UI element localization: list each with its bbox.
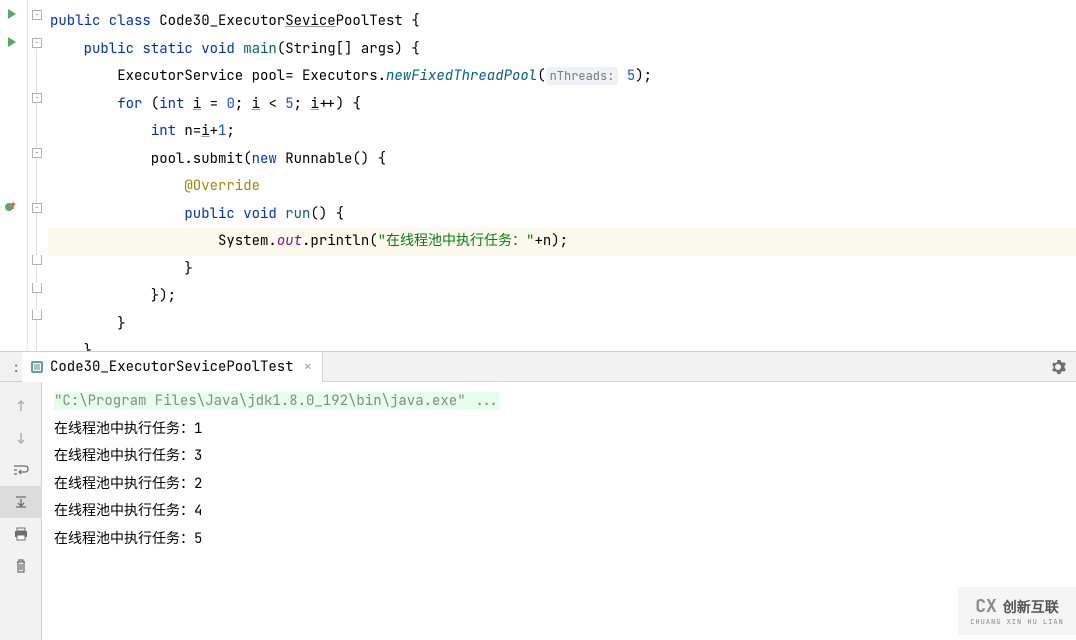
override-marker-icon[interactable]: [4, 200, 16, 212]
fold-marker-icon[interactable]: −: [32, 38, 42, 48]
trash-icon[interactable]: [0, 550, 42, 582]
code-line: }: [48, 338, 1076, 351]
code-line: pool.submit(new Runnable() {: [48, 146, 1076, 174]
up-arrow-icon[interactable]: [0, 390, 42, 422]
close-icon[interactable]: ×: [304, 358, 312, 376]
run-class-icon[interactable]: [6, 8, 18, 24]
code-line: public static void main(String[] args) {: [48, 36, 1076, 64]
fold-marker-icon[interactable]: −: [32, 203, 42, 213]
code-editor[interactable]: public class Code30_ExecutorSevicePoolTe…: [48, 0, 1076, 351]
code-line: }: [48, 311, 1076, 339]
code-line: }: [48, 256, 1076, 284]
console-output-line: 在线程池中执行任务：2: [54, 471, 1064, 499]
down-arrow-icon[interactable]: [0, 422, 42, 454]
console-output-line: 在线程池中执行任务：3: [54, 443, 1064, 471]
console-output-line: 在线程池中执行任务：4: [54, 498, 1064, 526]
fold-marker-icon[interactable]: −: [32, 10, 42, 20]
fold-end-icon[interactable]: [32, 255, 42, 265]
code-line: @Override: [48, 173, 1076, 201]
console-toolbar: [0, 382, 42, 640]
run-panel-label: :: [0, 359, 20, 376]
fold-end-icon[interactable]: [32, 283, 42, 293]
code-line: public class Code30_ExecutorSevicePoolTe…: [48, 8, 1076, 36]
java-class-icon: [30, 360, 44, 374]
tab-label: Code30_ExecutorSevicePoolTest: [50, 358, 294, 376]
fold-marker-icon[interactable]: −: [32, 93, 42, 103]
gutter-left: [0, 0, 28, 351]
fold-end-icon[interactable]: [32, 310, 42, 320]
code-line: ExecutorService pool= Executors.newFixed…: [48, 63, 1076, 91]
console-output-line: 在线程池中执行任务：5: [54, 526, 1064, 554]
fold-marker-icon[interactable]: −: [32, 148, 42, 158]
watermark-logo: CX 创新互联 CHUANG XIN HU LIAN: [958, 587, 1076, 635]
console-output[interactable]: "C:\Program Files\Java\jdk1.8.0_192\bin\…: [42, 382, 1076, 640]
editor-area: − − − − − public class Code30_ExecutorSe…: [0, 0, 1076, 352]
console-output-line: 在线程池中执行任务：1: [54, 416, 1064, 444]
soft-wrap-icon[interactable]: [0, 454, 42, 486]
scroll-to-end-icon[interactable]: [0, 486, 42, 518]
code-line: for (int i = 0; i < 5; i++) {: [48, 91, 1076, 119]
gear-icon[interactable]: [1050, 359, 1066, 380]
code-line: public void run() {: [48, 201, 1076, 229]
console-command-line: "C:\Program Files\Java\jdk1.8.0_192\bin\…: [54, 388, 1064, 416]
tab-run-config[interactable]: Code30_ExecutorSevicePoolTest ×: [22, 352, 323, 382]
console-tabs: : Code30_ExecutorSevicePoolTest ×: [0, 352, 1076, 382]
gutter-fold: − − − − −: [28, 0, 48, 351]
run-main-icon[interactable]: [6, 36, 18, 52]
code-line: System.out.println("在线程池中执行任务："+n);: [48, 228, 1076, 256]
code-line: int n=i+1;: [48, 118, 1076, 146]
code-line: });: [48, 283, 1076, 311]
print-icon[interactable]: [0, 518, 42, 550]
console-area: "C:\Program Files\Java\jdk1.8.0_192\bin\…: [0, 382, 1076, 640]
